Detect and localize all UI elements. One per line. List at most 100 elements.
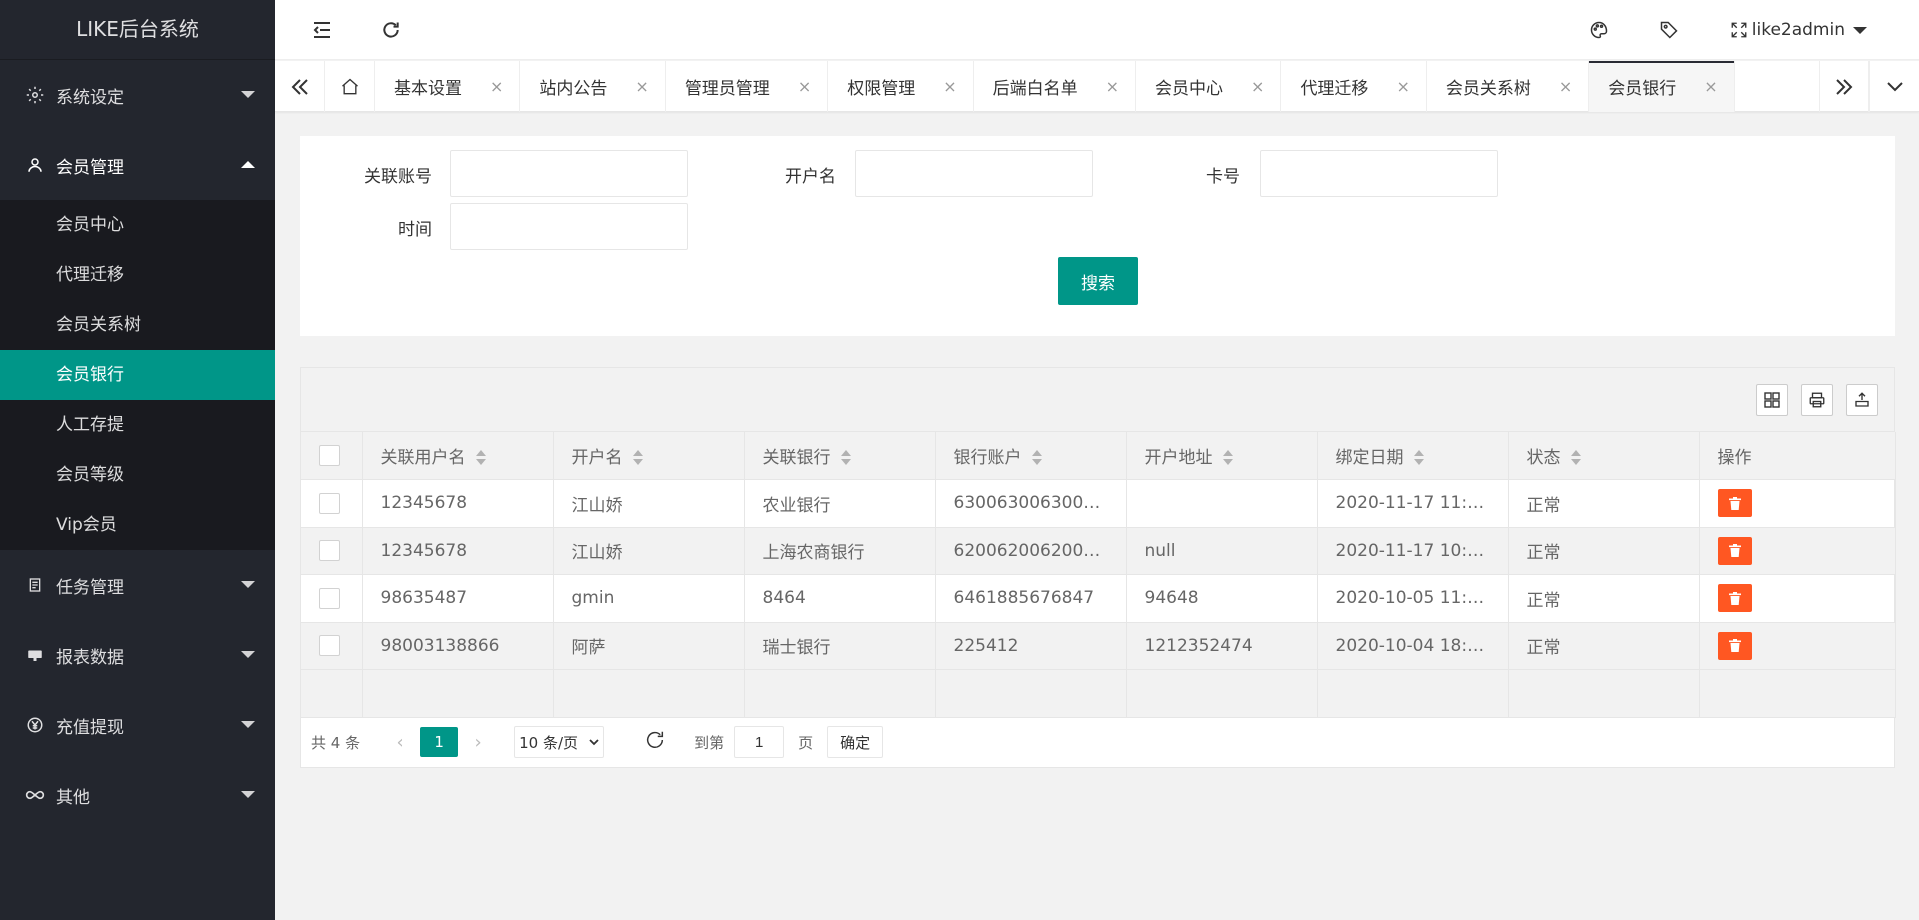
delete-button[interactable] xyxy=(1717,631,1752,660)
tab-member-bank[interactable]: 会员银行 × xyxy=(1589,61,1735,112)
sidebar-item-system-settings[interactable]: 系统设定 xyxy=(0,60,275,130)
select-all-checkbox[interactable] xyxy=(319,445,340,466)
sidebar-subitem-member-level[interactable]: 会员等级 xyxy=(0,450,275,500)
prev-page-button[interactable]: ‹ xyxy=(380,732,420,753)
next-page-button[interactable]: › xyxy=(458,732,498,753)
goto-page-input[interactable] xyxy=(734,726,785,758)
tab-site-notice[interactable]: 站内公告 × xyxy=(520,61,666,112)
page-size-select[interactable]: 10 条/页 xyxy=(514,726,605,758)
sidebar-item-recharge-withdraw[interactable]: 充值提现 xyxy=(0,690,275,760)
close-icon[interactable]: × xyxy=(635,77,648,96)
refresh-button[interactable] xyxy=(361,0,421,60)
row-checkbox[interactable] xyxy=(319,635,340,657)
delete-button[interactable] xyxy=(1717,584,1752,613)
columns-filter-button[interactable] xyxy=(1756,384,1788,416)
sidebar-subnav: 会员中心 代理迁移 会员关系树 会员银行 人工存提 会员等级 Vip会员 xyxy=(0,200,275,550)
row-checkbox[interactable] xyxy=(319,587,340,609)
column-header-bank[interactable]: 关联银行 xyxy=(744,432,936,480)
tabs-scroll-left-button[interactable] xyxy=(275,61,325,112)
table-filler-row xyxy=(301,669,1896,718)
tag-button[interactable] xyxy=(1639,0,1699,60)
tab-basic-settings[interactable]: 基本设置 × xyxy=(375,61,521,112)
close-icon[interactable]: × xyxy=(798,77,811,96)
sort-icon[interactable] xyxy=(1222,450,1233,466)
tab-permission-management[interactable]: 权限管理 × xyxy=(828,61,974,112)
column-header-status[interactable]: 状态 xyxy=(1508,432,1700,480)
close-icon[interactable]: × xyxy=(1396,77,1409,96)
close-icon[interactable]: × xyxy=(490,77,503,96)
close-icon[interactable]: × xyxy=(1251,77,1264,96)
sort-icon[interactable] xyxy=(475,450,486,466)
cell-username: 12345678 xyxy=(362,479,554,528)
print-button[interactable] xyxy=(1801,384,1833,416)
tab-label: 会员银行 xyxy=(1608,79,1677,99)
column-header-address[interactable]: 开户地址 xyxy=(1126,432,1318,480)
tab-agent-migration[interactable]: 代理迁移 × xyxy=(1281,61,1427,112)
sidebar-item-task-management[interactable]: 任务管理 xyxy=(0,550,275,620)
chevron-up-icon xyxy=(241,161,255,168)
cell-account-name: 江山娇 xyxy=(553,527,745,575)
sort-icon[interactable] xyxy=(632,450,643,466)
sort-icon[interactable] xyxy=(1413,450,1424,466)
sort-icon[interactable] xyxy=(1570,450,1581,466)
export-button[interactable] xyxy=(1846,384,1878,416)
cell-bank: 农业银行 xyxy=(744,479,936,528)
account-name-input[interactable] xyxy=(855,150,1093,197)
tabs-scroll-right-button[interactable] xyxy=(1819,61,1869,112)
search-button[interactable]: 搜索 xyxy=(1058,257,1138,305)
goto-confirm-button[interactable]: 确定 xyxy=(827,726,884,758)
user-icon xyxy=(24,154,46,176)
tab-member-center[interactable]: 会员中心 × xyxy=(1136,61,1282,112)
cell-bank-account: 6461885676847 xyxy=(935,574,1127,623)
table-row: 12345678 江山娇 农业银行 6300630063006… 2020-11… xyxy=(301,479,1896,528)
column-header-bank-account[interactable]: 银行账户 xyxy=(935,432,1127,480)
column-header-account-name[interactable]: 开户名 xyxy=(553,432,745,480)
tab-admin-management[interactable]: 管理员管理 × xyxy=(666,61,829,112)
tab-home[interactable] xyxy=(325,61,375,112)
tab-member-tree[interactable]: 会员关系树 × xyxy=(1427,61,1590,112)
caret-down-icon xyxy=(1853,26,1867,34)
row-checkbox[interactable] xyxy=(319,540,340,562)
row-checkbox[interactable] xyxy=(319,492,340,514)
sort-icon[interactable] xyxy=(840,450,851,466)
sidebar-item-other[interactable]: 其他 xyxy=(0,760,275,830)
theme-button[interactable] xyxy=(1569,0,1629,60)
card-number-input[interactable] xyxy=(1260,150,1498,197)
refresh-page-button[interactable] xyxy=(644,729,666,755)
sidebar-item-member-management[interactable]: 会员管理 xyxy=(0,130,275,200)
delete-button[interactable] xyxy=(1717,489,1752,518)
time-input[interactable] xyxy=(450,203,688,250)
close-icon[interactable]: × xyxy=(1106,77,1119,96)
username: like2admin xyxy=(1751,20,1845,40)
trash-icon xyxy=(1728,639,1741,653)
sidebar-item-report-data[interactable]: 报表数据 xyxy=(0,620,275,690)
sidebar-subitem-member-bank[interactable]: 会员银行 xyxy=(0,350,275,400)
column-header-bind-date[interactable]: 绑定日期 xyxy=(1317,432,1509,480)
chevron-down-icon xyxy=(241,651,255,658)
sidebar-subitem-agent-migration[interactable]: 代理迁移 xyxy=(0,250,275,300)
print-icon xyxy=(1809,392,1825,408)
user-menu[interactable]: like2admin xyxy=(1752,0,1867,60)
menu-toggle-button[interactable] xyxy=(292,0,352,60)
cell-username: 98003138866 xyxy=(362,622,554,670)
page-1-button[interactable]: 1 xyxy=(420,727,459,757)
close-icon[interactable]: × xyxy=(1559,77,1572,96)
sidebar-subitem-vip-member[interactable]: Vip会员 xyxy=(0,500,275,550)
trash-icon xyxy=(1728,591,1741,605)
close-icon[interactable]: × xyxy=(1704,77,1717,96)
page-unit-label: 页 xyxy=(798,733,814,752)
sidebar-subitem-member-tree[interactable]: 会员关系树 xyxy=(0,300,275,350)
close-icon[interactable]: × xyxy=(943,77,956,96)
refresh-icon xyxy=(647,731,664,748)
cell-status: 正常 xyxy=(1508,479,1700,528)
delete-button[interactable] xyxy=(1717,536,1752,565)
sidebar-subitem-member-center[interactable]: 会员中心 xyxy=(0,200,275,250)
column-header-username[interactable]: 关联用户名 xyxy=(362,432,554,480)
tab-backend-whitelist[interactable]: 后端白名单 × xyxy=(974,61,1137,112)
card-number-label: 卡号 xyxy=(1206,167,1240,187)
sort-icon[interactable] xyxy=(1031,450,1042,466)
account-input[interactable] xyxy=(450,150,688,197)
sidebar-subitem-manual-deposit[interactable]: 人工存提 xyxy=(0,400,275,450)
tab-list: 基本设置 × 站内公告 × 管理员管理 × 权限管理 × 后端白名单 × 会员中心 × 代理… xyxy=(325,61,1735,112)
tabs-dropdown-button[interactable] xyxy=(1869,61,1919,112)
